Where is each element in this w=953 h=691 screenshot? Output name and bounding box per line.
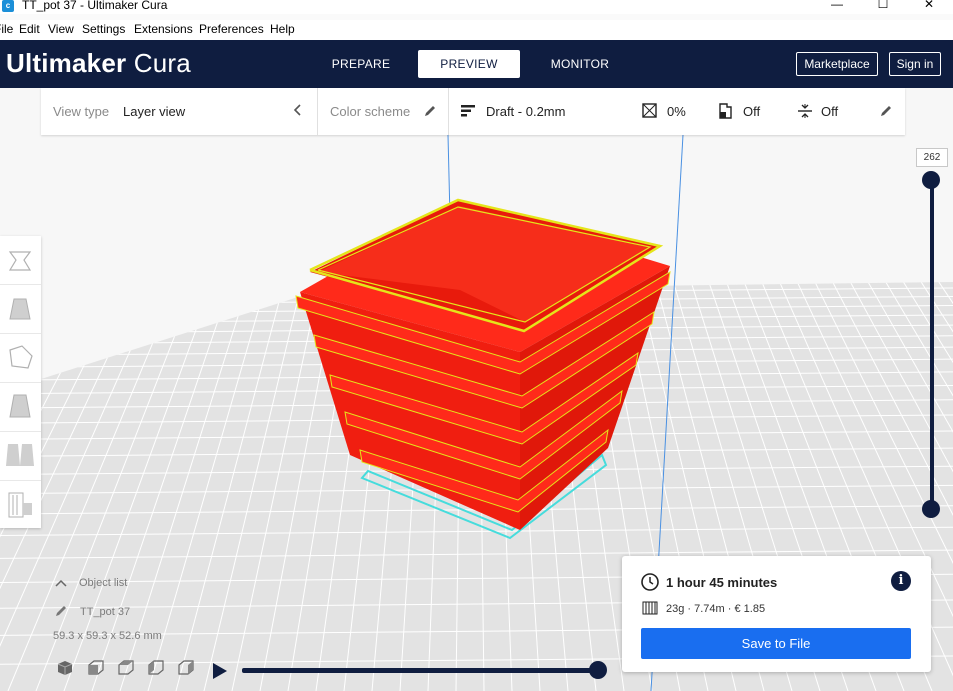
window-title: TT_pot 37 - Ultimaker Cura — [22, 0, 168, 12]
menu-preferences[interactable]: Preferences — [199, 22, 264, 36]
layer-number-field[interactable]: 262 — [916, 148, 948, 167]
3d-view-icon[interactable] — [55, 658, 75, 678]
material-estimate: 23g · 7.74m · € 1.85 — [666, 603, 766, 615]
menu-edit[interactable]: Edit — [19, 22, 40, 36]
marketplace-button[interactable]: Marketplace — [796, 52, 878, 76]
pencil-icon[interactable] — [54, 604, 68, 618]
color-scheme-label[interactable]: Color scheme — [330, 104, 410, 119]
pencil-icon[interactable] — [879, 104, 893, 118]
tab-monitor[interactable]: MONITOR — [532, 50, 628, 78]
adhesion-value[interactable]: Off — [821, 104, 838, 119]
layer-slider-track[interactable] — [930, 180, 934, 510]
front-view-icon[interactable] — [86, 658, 106, 678]
sign-in-button[interactable]: Sign in — [889, 52, 941, 76]
pencil-icon[interactable] — [423, 104, 437, 118]
per-model-settings-icon — [6, 444, 34, 466]
view-type-label: View type — [53, 104, 110, 119]
infill-value[interactable]: 0% — [667, 104, 686, 119]
object-name: TT_pot 37 — [80, 606, 131, 618]
play-icon[interactable] — [211, 661, 229, 681]
layer-progress-track[interactable] — [242, 668, 598, 673]
divider — [317, 88, 318, 135]
tab-prepare[interactable]: PREPARE — [314, 50, 408, 78]
right-view-icon[interactable] — [176, 658, 196, 678]
chevron-left-icon[interactable] — [291, 102, 305, 118]
profile-icon — [461, 104, 477, 118]
menu-extensions[interactable]: Extensions — [134, 22, 193, 36]
support-value[interactable]: Off — [743, 104, 760, 119]
ultimaker-cura-logo: Ultimaker Cura — [6, 48, 191, 78]
rotate-tool-button[interactable] — [0, 334, 41, 383]
view-type-dropdown[interactable]: Layer view — [123, 104, 185, 119]
object-dimensions: 59.3 x 59.3 x 52.6 mm — [53, 630, 162, 642]
per-model-settings-button[interactable] — [0, 432, 41, 481]
top-view-icon[interactable] — [116, 658, 136, 678]
scale-icon — [9, 298, 31, 320]
tab-preview[interactable]: PREVIEW — [418, 50, 520, 78]
support-blocker-icon — [8, 492, 32, 518]
mirror-icon — [9, 394, 31, 418]
view-settings-bar: View type Layer view Color scheme Draft … — [41, 88, 905, 135]
rotate-icon — [9, 345, 33, 369]
info-icon[interactable]: i — [891, 571, 911, 591]
scale-tool-button[interactable] — [0, 285, 41, 334]
layer-slider-top-handle[interactable] — [922, 171, 940, 189]
menu-bar: File Edit View Settings Extensions Prefe… — [0, 20, 953, 40]
print-information-panel: 1 hour 45 minutes i 23g · 7.74m · € 1.85… — [622, 556, 931, 672]
divider — [448, 88, 449, 135]
menu-settings[interactable]: Settings — [82, 22, 125, 36]
minimize-button[interactable]: — — [814, 0, 860, 13]
menu-help[interactable]: Help — [270, 22, 295, 36]
move-tool-button[interactable] — [0, 236, 41, 285]
mirror-tool-button[interactable] — [0, 383, 41, 432]
chevron-up-icon[interactable] — [54, 576, 68, 588]
app-header: Ultimaker Cura PREPARE PREVIEW MONITOR M… — [0, 40, 953, 88]
print-time: 1 hour 45 minutes — [666, 575, 778, 590]
adhesion-icon — [797, 103, 813, 119]
menu-file[interactable]: File — [0, 22, 13, 36]
infill-icon — [642, 103, 658, 119]
move-icon — [8, 251, 32, 271]
close-button[interactable]: ✕ — [906, 0, 952, 13]
filament-spool-icon — [642, 601, 658, 615]
save-to-file-button[interactable]: Save to File — [641, 628, 911, 659]
object-list-toggle[interactable]: Object list — [79, 577, 127, 589]
layer-progress-handle[interactable] — [589, 661, 607, 679]
layer-slider-bottom-handle[interactable] — [922, 500, 940, 518]
clock-icon — [640, 572, 660, 592]
cura-app-icon: c — [2, 0, 14, 12]
window-title-bar: c TT_pot 37 - Ultimaker Cura — ☐ ✕ — [0, 0, 953, 14]
tool-panel — [0, 236, 41, 528]
menu-view[interactable]: View — [48, 22, 74, 36]
support-blocker-button[interactable] — [0, 481, 41, 529]
print-profile-selector[interactable]: Draft - 0.2mm — [486, 104, 565, 119]
maximize-button[interactable]: ☐ — [860, 0, 906, 13]
support-icon — [718, 103, 734, 119]
left-view-icon[interactable] — [146, 658, 166, 678]
